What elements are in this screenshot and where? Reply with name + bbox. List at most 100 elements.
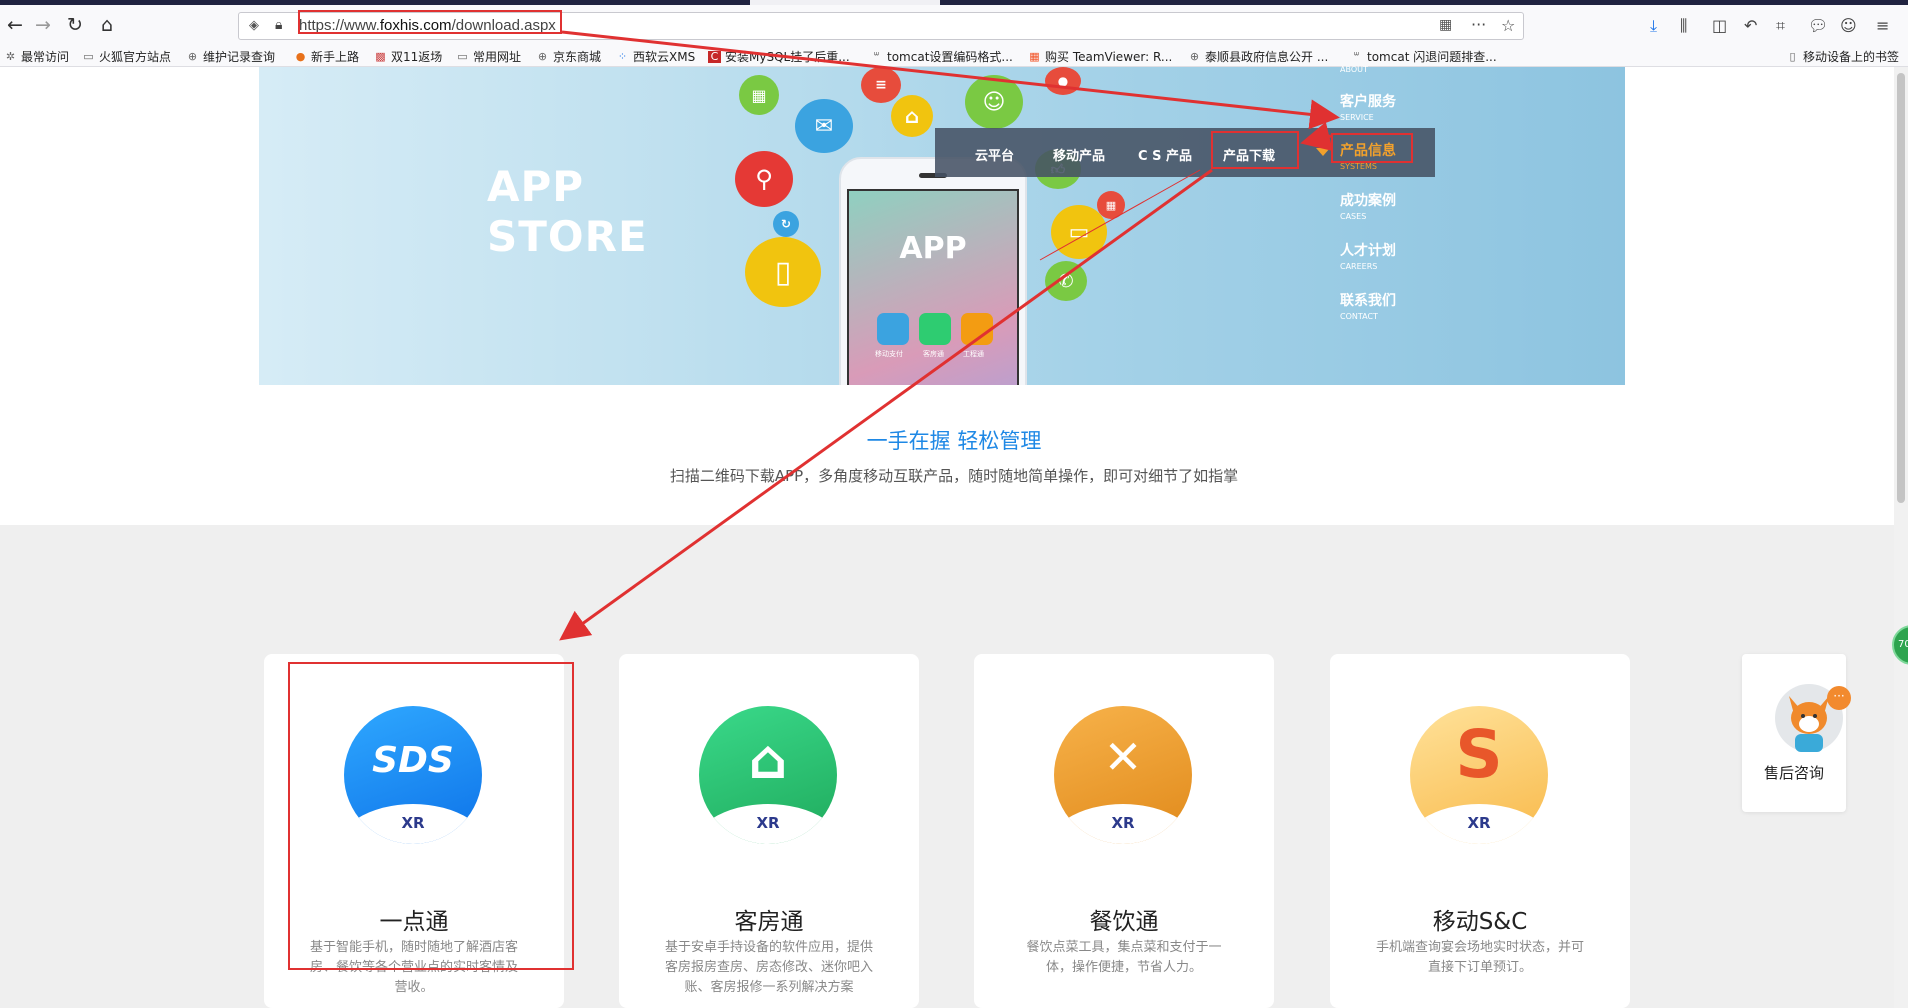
app-store-heading: APP STORE bbox=[487, 162, 648, 262]
section-subtitle: 扫描二维码下载APP，多角度移动互联产品，随时随地简单操作，即可对细节了如指掌 bbox=[669, 467, 1239, 485]
product-title: 移动S&C bbox=[1432, 909, 1528, 935]
product-card[interactable]: ✕ XR 餐饮通 餐饮点菜工具，集点菜和支付于一体，操作便捷，节省人力。 bbox=[974, 654, 1274, 1008]
product-description: 手机端查询宴会场地实时状态，并可直接下订单预订。 bbox=[1375, 940, 1584, 975]
bookmark-item[interactable]: ▩ 双11返场 bbox=[374, 48, 442, 65]
phone-screen: APP 移动支付 客房通 工程通 bbox=[847, 189, 1019, 385]
phone-app-title: APP bbox=[899, 231, 967, 266]
xr-badge: XR bbox=[1111, 814, 1135, 832]
notify-bubble-icon: ● bbox=[1045, 67, 1081, 95]
product-description: 餐饮点菜工具，集点菜和支付于一体，操作便捷，节省人力。 bbox=[1026, 940, 1222, 975]
side-menu-en: SERVICE bbox=[1340, 113, 1374, 122]
side-menu-en: ABOUT bbox=[1340, 65, 1368, 74]
bookmark-item[interactable]: ⊕ 维护记录查询 bbox=[186, 48, 275, 65]
bookmark-label: 维护记录查询 bbox=[203, 50, 276, 64]
bookmark-item[interactable]: ⊕ 京东商城 bbox=[536, 48, 601, 65]
side-menu-cn: 成功案例 bbox=[1340, 193, 1396, 209]
bookmark-item[interactable]: ⁘ 西软云XMS bbox=[616, 48, 695, 65]
phone-app-label: 工程通 bbox=[963, 350, 984, 358]
bookmark-item[interactable]: ᐜ tomcat设置编码格式... bbox=[870, 48, 1013, 65]
side-menu-contact[interactable]: 联系我们 CONTACT bbox=[1340, 290, 1396, 321]
section-slogan: 一手在握 轻松管理 bbox=[866, 429, 1042, 453]
bookmark-label: 购买 TeamViewer: R... bbox=[1045, 50, 1173, 64]
undo-icon[interactable]: ↶ bbox=[1744, 16, 1757, 35]
csdn-icon: C bbox=[708, 50, 721, 63]
bookmark-star-icon[interactable]: ☆ bbox=[1501, 16, 1515, 35]
tomcat-icon: ᐜ bbox=[1353, 49, 1360, 63]
account-icon[interactable]: ☺ bbox=[1840, 16, 1857, 35]
side-menu-cases[interactable]: 成功案例 CASES bbox=[1340, 190, 1396, 221]
sc-logo-icon[interactable]: S XR bbox=[1410, 706, 1548, 844]
sidebar-icon[interactable]: ◫ bbox=[1712, 16, 1727, 35]
back-icon[interactable]: ← bbox=[2, 12, 28, 38]
apps-bubble-icon: ▦ bbox=[739, 75, 779, 115]
bookmark-label: 新手上路 bbox=[311, 50, 360, 64]
side-menu-cn: 人才计划 bbox=[1340, 243, 1396, 259]
crop-icon[interactable]: ⌗ bbox=[1776, 16, 1785, 36]
lock-icon[interactable]: 🔒︎ bbox=[275, 17, 282, 33]
products-highlight-box bbox=[1331, 133, 1413, 163]
bookmark-item[interactable]: ● 新手上路 bbox=[294, 48, 359, 65]
qr-code-icon[interactable]: ▦ bbox=[1439, 17, 1452, 33]
page-scrollbar[interactable] bbox=[1894, 67, 1908, 1008]
bookmark-item[interactable]: ✲ 最常访问 bbox=[4, 48, 69, 65]
url-highlight-box bbox=[298, 10, 562, 34]
bookmark-label: 火狐官方站点 bbox=[99, 50, 172, 64]
globe-icon: ⊕ bbox=[1189, 49, 1200, 63]
side-menu-en: CONTACT bbox=[1340, 312, 1378, 321]
phone-app-label: 客房通 bbox=[923, 350, 944, 358]
phone-app-label: 移动支付 bbox=[875, 350, 903, 358]
phone-illustration: APP 移动支付 客房通 工程通 bbox=[839, 157, 1027, 385]
chat-dots-icon: ··· bbox=[1827, 686, 1851, 710]
bookmark-item[interactable]: ᐜ tomcat 闪退问题排查... bbox=[1350, 48, 1497, 65]
home-bubble-icon: ⌂ bbox=[891, 95, 933, 137]
bookmark-item[interactable]: ▭ 常用网址 bbox=[456, 48, 521, 65]
bookmark-label: tomcat设置编码格式... bbox=[887, 50, 1013, 64]
logo-mark: ✕ bbox=[1103, 730, 1143, 784]
image-icon: ▩ bbox=[375, 49, 386, 63]
menu-item-cloud[interactable]: 云平台 bbox=[975, 145, 1014, 164]
menu-icon[interactable]: ≡ bbox=[1876, 16, 1889, 35]
bookmark-item[interactable]: ▭ 火狐官方站点 bbox=[82, 48, 171, 65]
product-card[interactable]: ⌂ XR 客房通 基于安卓手持设备的软件应用，提供客房报房查房、房态修改、迷你吧… bbox=[619, 654, 919, 1008]
page-actions-icon[interactable]: ··· bbox=[1471, 15, 1486, 34]
bookmark-label: 西软云XMS bbox=[633, 50, 696, 64]
menu-item-mobile[interactable]: 移动产品 bbox=[1053, 145, 1105, 164]
globe-icon: ⊕ bbox=[187, 49, 198, 63]
bookmark-label: 泰顺县政府信息公开 ... bbox=[1205, 50, 1329, 64]
room-logo-icon[interactable]: ⌂ XR bbox=[699, 706, 837, 844]
add-user-bubble-icon: ☺ bbox=[965, 75, 1023, 129]
menu-item-cs[interactable]: C S 产品 bbox=[1138, 145, 1192, 164]
folder-icon: ▭ bbox=[83, 49, 94, 63]
shield-icon[interactable]: ◈ bbox=[249, 18, 259, 33]
download-icon[interactable]: ⤓ bbox=[1650, 16, 1657, 36]
phone-bubble-icon: ▯ bbox=[745, 237, 821, 307]
bookmark-label: tomcat 闪退问题排查... bbox=[1367, 50, 1497, 64]
laptop-bubble-icon: ▭ bbox=[1051, 205, 1107, 259]
refresh-bubble-icon: ↻ bbox=[773, 211, 799, 237]
location-pin-bubble-icon: ⚲ bbox=[735, 151, 793, 207]
side-menu-cn: 联系我们 bbox=[1340, 293, 1396, 309]
reload-icon[interactable]: ↻ bbox=[62, 12, 88, 38]
after-sales-widget[interactable]: ··· 售后咨询 bbox=[1742, 654, 1851, 812]
library-icon[interactable]: ⫼ bbox=[1680, 16, 1687, 36]
bookmark-label: 最常访问 bbox=[21, 50, 70, 64]
microsoft-icon: ▦ bbox=[1029, 49, 1040, 63]
side-menu-en: SYSTEMS bbox=[1340, 162, 1377, 171]
mobile-bookmarks-label: 移动设备上的书签 bbox=[1803, 50, 1900, 64]
product-card[interactable]: S XR 移动S&C 手机端查询宴会场地实时状态，并可直接下订单预订。 bbox=[1330, 654, 1630, 1008]
forward-icon[interactable]: → bbox=[30, 12, 56, 38]
home-icon[interactable]: ⌂ bbox=[94, 12, 120, 38]
after-sales-label: 售后咨询 bbox=[1763, 764, 1824, 782]
side-menu-en: CASES bbox=[1340, 212, 1367, 221]
bookmark-item[interactable]: ▦ 购买 TeamViewer: R... bbox=[1028, 48, 1172, 65]
side-menu-service[interactable]: 客户服务 SERVICE bbox=[1340, 91, 1396, 122]
side-menu-careers[interactable]: 人才计划 CAREERS bbox=[1340, 240, 1396, 271]
bookmark-item[interactable]: C 安装MySQL挂了后重... bbox=[708, 48, 850, 65]
side-menu-about[interactable]: ABOUT bbox=[1340, 63, 1368, 74]
mobile-bookmarks[interactable]: ▯ 移动设备上的书签 bbox=[1786, 48, 1899, 65]
product-description: 基于安卓手持设备的软件应用，提供客房报房查房、房态修改、迷你吧入账、客房报修一系… bbox=[664, 940, 873, 995]
chat-icon[interactable]: 💬︎ bbox=[1808, 16, 1828, 35]
bookmark-item[interactable]: ⊕ 泰顺县政府信息公开 ... bbox=[1188, 48, 1328, 65]
navigation-toolbar: ← → ↻ ⌂ ◈ 🔒︎ https://www.foxhis.com/down… bbox=[0, 5, 1908, 45]
dining-logo-icon[interactable]: ✕ XR bbox=[1054, 706, 1192, 844]
